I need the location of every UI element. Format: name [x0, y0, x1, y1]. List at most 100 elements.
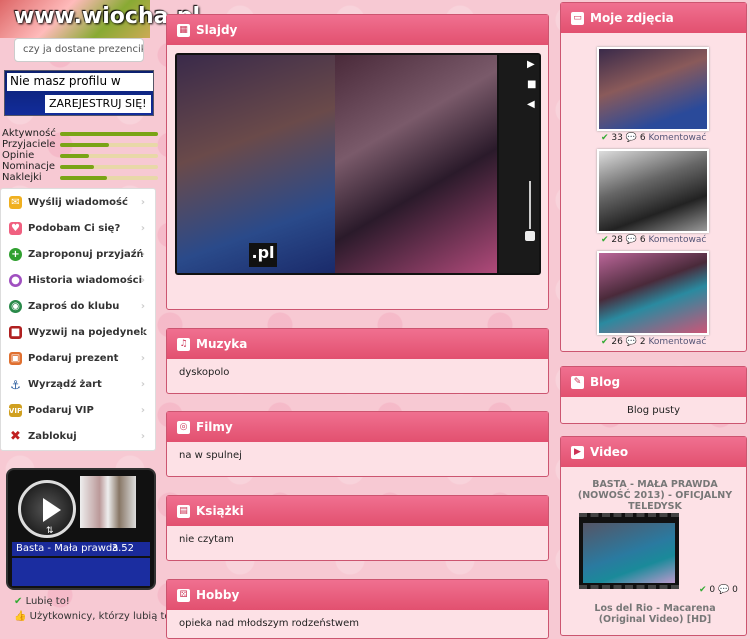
music-panel: ♫ Muzyka dyskopolo — [166, 328, 549, 394]
book-icon: ▤ — [177, 504, 190, 518]
register-banner[interactable]: Nie masz profilu w ZAREJESTRUJ SIĘ! — [4, 70, 154, 116]
player-thumbnail — [80, 476, 136, 528]
stat-label: Aktywność — [2, 128, 56, 139]
menu-give-gift[interactable]: ▣ Podaruj prezent › — [1, 346, 155, 372]
hobby-panel: ⚄ Hobby opieka nad młodszym rodzeństwem — [166, 579, 549, 639]
like-button[interactable]: ✔ Lubię to! — [14, 596, 70, 607]
playlist[interactable] — [12, 558, 150, 586]
slide-photo-left[interactable] — [177, 55, 335, 273]
envelope-icon: ✉ — [9, 195, 22, 209]
menu-invite-to-club[interactable]: ◉ Zaproś do klubu › — [1, 293, 155, 319]
check-icon: ✔ — [601, 337, 609, 347]
slide-watermark: .pl — [249, 243, 277, 267]
stat-fill — [60, 132, 158, 136]
likers-link[interactable]: 👍 Użytkownicy, którzy lubią to: 13 — [14, 611, 190, 622]
comment-link[interactable]: Komentować — [648, 133, 706, 143]
volume-track — [529, 181, 531, 229]
slide-photo-right[interactable] — [335, 55, 497, 273]
track-duration: 3.52 — [111, 543, 134, 554]
hobby-content: opieka nad młodszym rodzeństwem — [179, 618, 359, 629]
photo-comments: 6 — [639, 235, 646, 245]
video-comments: 0 — [732, 585, 738, 595]
music-note-icon: ♫ — [177, 337, 190, 351]
current-track[interactable]: Basta - Mała prawda 3.52 — [12, 542, 150, 556]
chevron-right-icon: › — [140, 327, 145, 339]
heart-icon: ♥ — [9, 221, 22, 235]
block-icon: ✖ — [10, 429, 21, 445]
chevron-right-icon: › — [140, 300, 145, 312]
stop-icon[interactable]: ■ — [527, 79, 536, 90]
stat-bar — [60, 165, 158, 169]
music-header: ♫ Muzyka — [167, 329, 548, 359]
stat-row: Naklejki — [2, 172, 158, 183]
panel-title: Muzyka — [196, 337, 248, 351]
menu-like-me[interactable]: ♥ Podobam Ci się? › — [1, 215, 155, 241]
stat-fill — [60, 154, 90, 158]
blog-icon: ✎ — [571, 375, 584, 389]
music-player: ⇅ Basta - Mała prawda 3.52 — [6, 468, 156, 590]
video-title[interactable]: Los del Rio - Macarena (Original Video) … — [573, 603, 737, 625]
check-icon: ✔ — [699, 585, 707, 595]
comment-link[interactable]: Komentować — [648, 337, 706, 347]
left-column: www.wiocha.pl czy ja dostane prezencik N… — [0, 0, 200, 631]
panel-title: Blog — [590, 375, 621, 389]
panel-title: Video — [590, 445, 629, 459]
stat-bar — [60, 176, 158, 180]
books-content: nie czytam — [179, 534, 234, 545]
menu-item-label: Wyzwij na pojedynek — [28, 327, 147, 339]
anchor-icon: ⚓ — [10, 377, 21, 392]
profile-stats: Aktywność Przyjaciele Opinie Nominacje N… — [2, 128, 158, 183]
register-banner-cta[interactable]: ZAREJESTRUJ SIĘ! — [45, 95, 151, 113]
stat-fill — [60, 165, 95, 169]
photo-likes: 33 — [611, 133, 623, 143]
photo-icon: ▭ — [571, 11, 584, 25]
gift-icon: ▣ — [9, 352, 22, 366]
menu-challenge-duel[interactable]: ■ Wyzwij na pojedynek › — [1, 319, 155, 345]
menu-propose-friendship[interactable]: + Zaproponuj przyjaźń › — [1, 241, 155, 267]
check-icon: ✔ — [601, 235, 609, 245]
menu-block-user[interactable]: ✖ Zablokuj › — [1, 424, 155, 450]
chevron-right-icon: › — [140, 222, 145, 234]
panel-title: Slajdy — [196, 23, 238, 37]
blog-content: Blog pusty — [626, 405, 681, 416]
stat-row: Aktywność — [2, 128, 158, 139]
stat-bar — [60, 132, 158, 136]
play-icon[interactable]: ▶ — [527, 59, 535, 70]
comment-link[interactable]: Komentować — [648, 235, 706, 245]
vip-icon: VIP — [9, 404, 22, 418]
track-title: Basta - Mała prawda — [16, 543, 119, 554]
video-thumbnail[interactable] — [579, 513, 679, 589]
menu-message-history[interactable]: ● Historia wiadomości › — [1, 267, 155, 293]
prev-icon[interactable]: ◀ — [527, 99, 535, 110]
menu-item-label: Podobam Ci się? — [28, 222, 121, 234]
comment-icon: 💬 — [625, 133, 637, 143]
films-panel: ◎ Filmy na w spulnej — [166, 411, 549, 477]
shuffle-icon[interactable]: ⇅ — [46, 526, 54, 536]
profile-header-photo[interactable]: www.wiocha.pl — [0, 0, 200, 38]
films-header: ◎ Filmy — [167, 412, 548, 442]
menu-item-label: Podaruj prezent — [28, 353, 119, 365]
video-title[interactable]: BASTA - MAŁA PRAWDA (NOWOŚĆ 2013) - OFIC… — [573, 479, 737, 512]
stat-label: Przyjaciele — [2, 139, 56, 150]
film-reel-icon: ◎ — [177, 420, 190, 434]
menu-play-joke[interactable]: ⚓ Wyrządź żart › — [1, 372, 155, 398]
photo-thumbnail[interactable] — [597, 251, 709, 335]
menu-give-vip[interactable]: VIP Podaruj VIP › — [1, 398, 155, 424]
slideshow[interactable]: ▶ ■ ◀ .pl — [175, 53, 541, 275]
photo-likes: 26 — [611, 337, 623, 347]
panel-title: Hobby — [196, 588, 240, 602]
panel-title: Książki — [196, 504, 244, 518]
photo-thumbnail[interactable] — [597, 47, 709, 131]
chevron-right-icon: › — [140, 274, 145, 286]
films-content: na w spulnej — [179, 450, 242, 461]
comment-icon: 💬 — [625, 337, 637, 347]
photo-meta: ✔ 26 💬 2 Komentować — [601, 337, 706, 347]
photo-thumbnail[interactable] — [597, 149, 709, 233]
photo-comments: 6 — [639, 133, 646, 143]
volume-slider[interactable] — [525, 231, 535, 241]
check-icon: ✔ — [14, 596, 23, 607]
menu-send-message[interactable]: ✉ Wyślij wiadomość › — [1, 189, 155, 215]
chat-history-icon: ● — [9, 273, 22, 287]
menu-item-label: Wyślij wiadomość — [28, 196, 128, 208]
menu-item-label: Zaproś do klubu — [28, 300, 120, 312]
